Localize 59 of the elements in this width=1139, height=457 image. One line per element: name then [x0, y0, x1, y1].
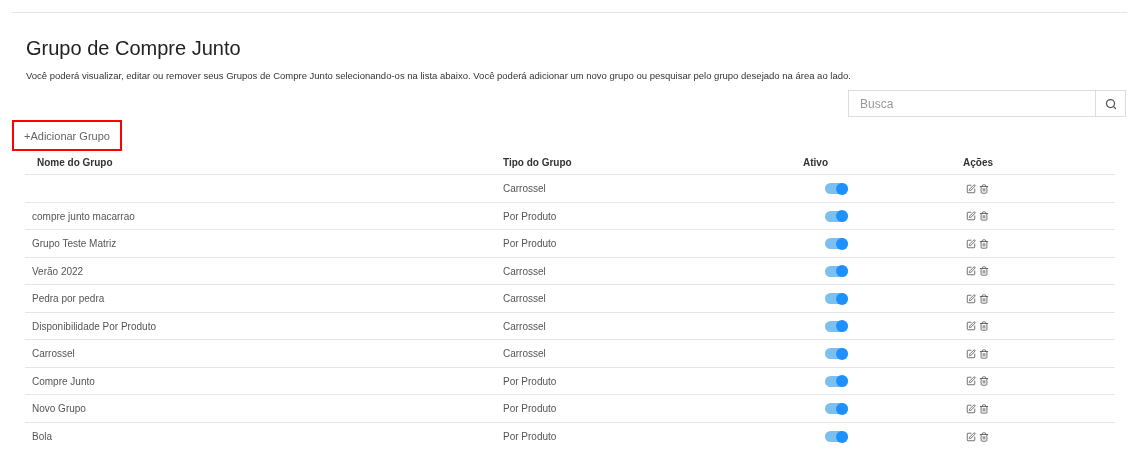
- delete-icon[interactable]: [979, 403, 989, 414]
- table-cell: Carrossel: [503, 293, 546, 304]
- table-cell: Bola: [32, 431, 52, 442]
- active-toggle[interactable]: [825, 348, 848, 359]
- delete-icon[interactable]: [979, 293, 989, 304]
- search-button[interactable]: [1096, 90, 1126, 118]
- table-cell: compre junto macarrao: [32, 210, 135, 222]
- active-toggle[interactable]: [825, 183, 848, 194]
- edit-icon[interactable]: [966, 403, 976, 414]
- table-cell: Carrossel: [503, 265, 546, 277]
- active-toggle[interactable]: [825, 210, 848, 222]
- column-header: Ações: [963, 157, 993, 169]
- table-cell: Por Produto: [503, 375, 557, 387]
- active-toggle[interactable]: [825, 265, 848, 277]
- delete-icon[interactable]: [979, 376, 989, 386]
- page-description: Você poderá visualizar, editar ou remover seus Grupos de Compre Junto selecionando-os na lista abaixo. Você poderá adicionar um novo grupo ou pesquisar pelo grupo desejado na área ao lado.: [26, 69, 851, 83]
- table-cell: Por Produto: [503, 403, 557, 414]
- active-toggle[interactable]: [825, 238, 848, 249]
- table-cell: Por Produto: [503, 210, 557, 222]
- active-toggle[interactable]: [825, 293, 848, 304]
- table-cell: Carrossel: [503, 348, 546, 359]
- active-toggle[interactable]: [825, 431, 848, 442]
- table-cell: Por Produto: [503, 238, 557, 249]
- edit-icon[interactable]: [966, 238, 976, 249]
- table-cell: Carrossel: [503, 320, 546, 332]
- active-toggle[interactable]: [825, 375, 848, 387]
- table-cell: Disponibilidade Por Produto: [32, 320, 156, 332]
- edit-icon[interactable]: [966, 321, 976, 331]
- delete-icon[interactable]: [979, 321, 989, 331]
- table-cell: Novo Grupo: [32, 403, 86, 414]
- edit-icon[interactable]: [966, 211, 976, 221]
- table-cell: Por Produto: [503, 431, 557, 442]
- delete-icon[interactable]: [979, 238, 989, 249]
- column-header: Nome do Grupo: [37, 157, 113, 169]
- add-group-button[interactable]: +Adicionar Grupo: [12, 120, 122, 152]
- table-cell: Grupo Teste Matriz: [32, 238, 117, 249]
- table-cell: Compre Junto: [32, 375, 95, 387]
- active-toggle[interactable]: [825, 320, 848, 332]
- edit-icon[interactable]: [966, 293, 976, 304]
- delete-icon[interactable]: [979, 211, 989, 221]
- edit-icon[interactable]: [966, 266, 976, 276]
- delete-icon[interactable]: [979, 431, 989, 442]
- active-toggle[interactable]: [825, 403, 848, 414]
- edit-icon[interactable]: [966, 183, 976, 194]
- search-icon: [1104, 97, 1117, 110]
- search-field[interactable]: Busca: [848, 90, 1096, 118]
- delete-icon[interactable]: [979, 183, 989, 194]
- column-header: Ativo: [803, 157, 828, 169]
- column-header: Tipo do Grupo: [503, 157, 572, 169]
- table-cell: Carrossel: [32, 348, 75, 359]
- edit-icon[interactable]: [966, 348, 976, 359]
- delete-icon[interactable]: [979, 266, 989, 276]
- edit-icon[interactable]: [966, 376, 976, 386]
- table-cell: Carrossel: [503, 183, 546, 194]
- table-cell: Verão 2022: [32, 265, 84, 277]
- table-cell: Pedra por pedra: [32, 293, 105, 304]
- delete-icon[interactable]: [979, 348, 989, 359]
- edit-icon[interactable]: [966, 431, 976, 442]
- page-title: Grupo de Compre Junto: [26, 36, 241, 61]
